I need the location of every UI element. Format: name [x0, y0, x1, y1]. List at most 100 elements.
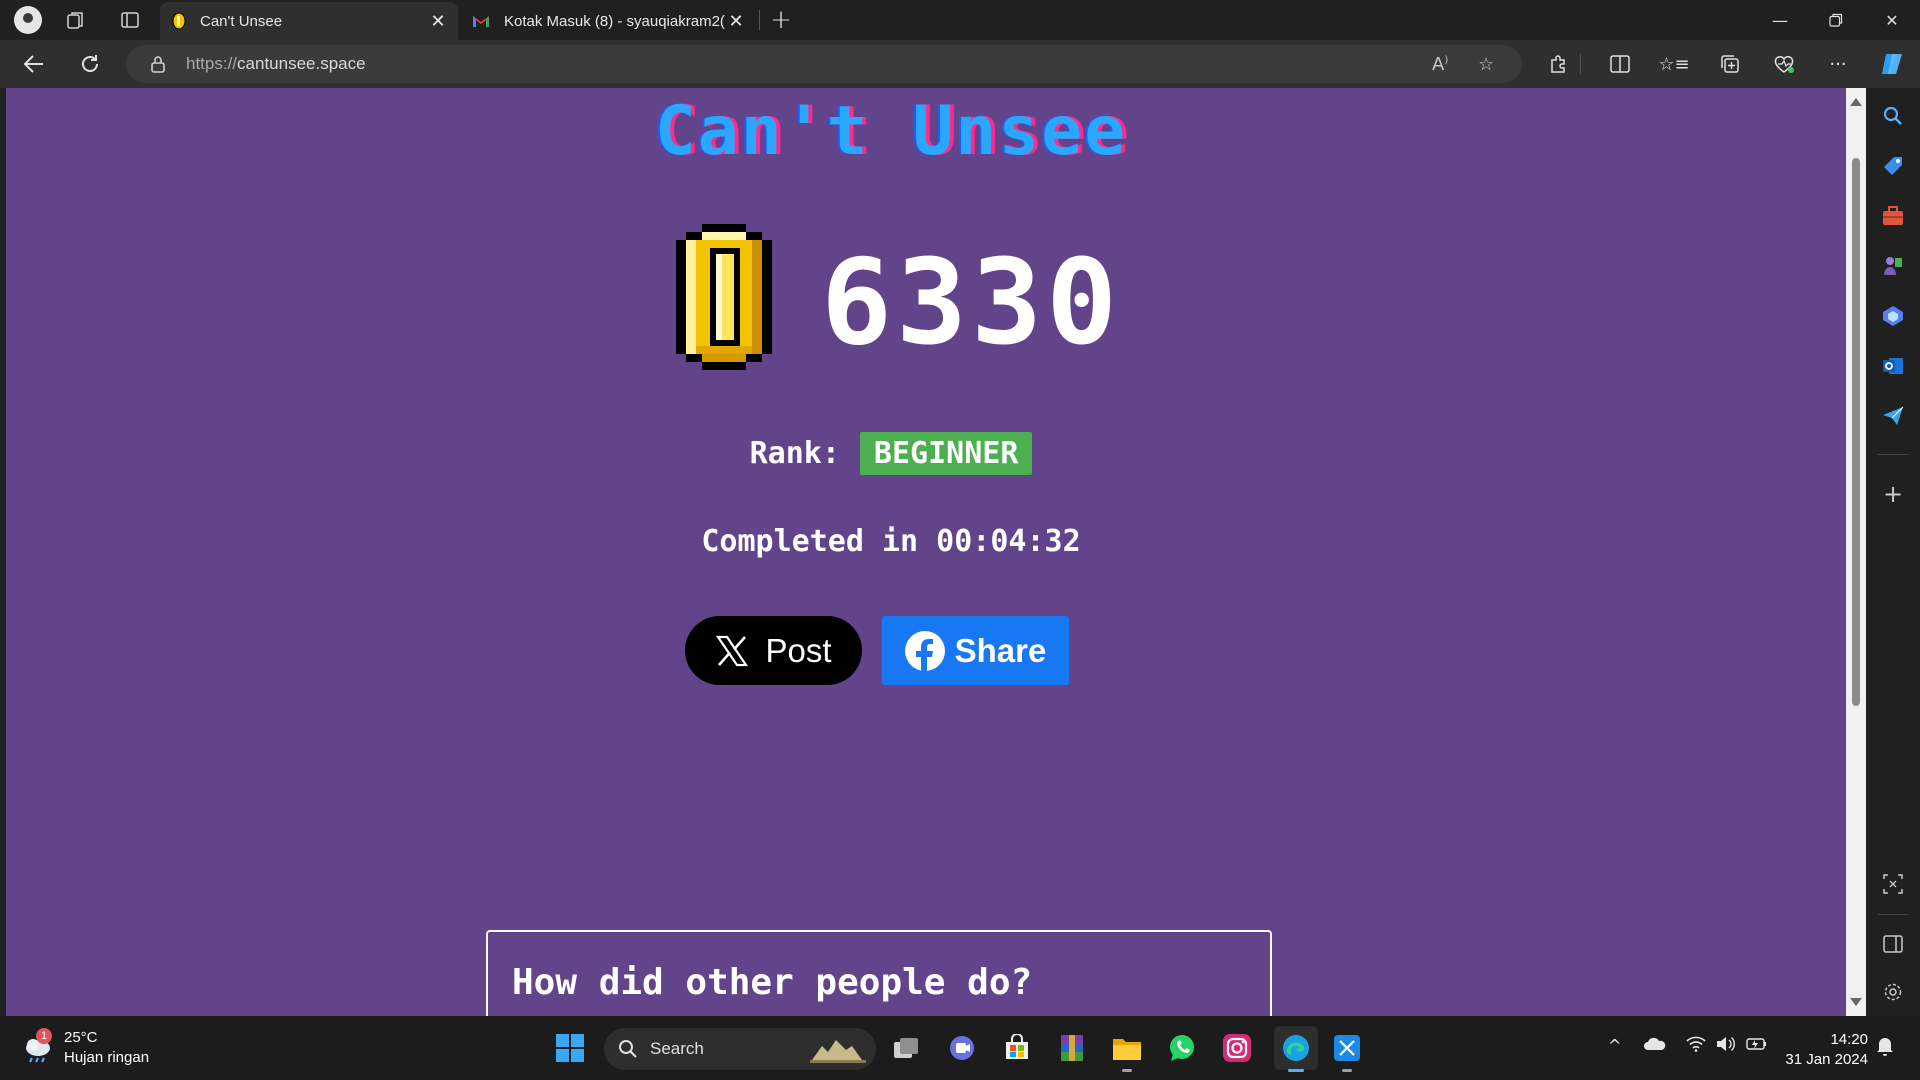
rank-row: Rank: BEGINNER — [6, 432, 1776, 475]
battery-icon[interactable] — [1746, 1036, 1768, 1056]
site-title: Can't Unsee — [654, 92, 1128, 171]
scrollbar-thumb[interactable] — [1852, 158, 1860, 706]
send-telegram-icon[interactable] — [1879, 402, 1907, 430]
games-icon[interactable] — [1879, 252, 1907, 280]
score-value: 6330 — [821, 233, 1122, 371]
instagram-icon[interactable] — [1219, 1030, 1255, 1066]
show-hidden-icons-chevron-icon[interactable]: ^ — [1608, 1036, 1621, 1055]
hide-sidebar-icon[interactable] — [1879, 930, 1907, 958]
restore-button[interactable] — [1808, 0, 1864, 40]
page-scrollbar[interactable] — [1846, 88, 1866, 1016]
page-viewport: Can't Unsee 6330 Rank: BEGINNER Complete… — [6, 88, 1846, 1016]
sidebar-separator — [1878, 454, 1908, 455]
onedrive-cloud-icon[interactable] — [1644, 1036, 1666, 1055]
snipping-tool-icon[interactable] — [1329, 1030, 1365, 1072]
workspaces-icon[interactable] — [60, 4, 92, 36]
post-button-label: Post — [765, 631, 832, 669]
more-menu-icon[interactable]: ··· — [1822, 48, 1854, 80]
rank-badge: BEGINNER — [859, 432, 1033, 475]
windows-taskbar: 1 25°C Hujan ringan Search ^ 14:20 31 Ja… — [0, 1016, 1920, 1080]
temperature: 25°C — [64, 1029, 98, 1046]
browser-essentials-icon[interactable] — [1768, 48, 1800, 80]
tools-briefcase-icon[interactable] — [1879, 202, 1907, 230]
system-clock[interactable]: 14:20 31 Jan 2024 — [1780, 1030, 1868, 1070]
search-highlight-icon — [810, 1040, 866, 1063]
gmail-icon — [473, 16, 489, 27]
notification-bell-icon[interactable] — [1876, 1036, 1894, 1060]
microsoft-store-icon[interactable] — [999, 1030, 1035, 1066]
share-facebook-button[interactable]: Share — [882, 616, 1069, 685]
copilot-icon[interactable] — [1876, 48, 1908, 80]
copilot-sidebar-icon[interactable] — [1879, 302, 1907, 330]
tab-title: Kotak Masuk (8) - syauqiakram2( — [504, 12, 725, 30]
lock-icon[interactable] — [150, 55, 166, 73]
volume-icon[interactable] — [1716, 1036, 1736, 1056]
weather-rain-icon: 1 — [22, 1028, 54, 1064]
screenshot-icon[interactable] — [1879, 870, 1907, 898]
browser-toolbar: https://cantunsee.space A) ☆ ☆≡ ··· — [0, 40, 1920, 88]
settings-gear-icon[interactable] — [1879, 978, 1907, 1006]
search-icon — [619, 1040, 637, 1058]
active-indicator — [1288, 1069, 1304, 1072]
tab-title: Can't Unsee — [200, 12, 283, 30]
running-indicator — [1342, 1069, 1352, 1072]
profile-icon[interactable] — [12, 4, 44, 36]
tab-actions-icon[interactable] — [114, 4, 146, 36]
minimize-button[interactable]: — — [1752, 0, 1808, 40]
windows-start-icon[interactable] — [552, 1030, 588, 1066]
browser-tab-bar: Can't Unsee ✕ Kotak Masuk (8) - syauqiak… — [0, 0, 1920, 40]
close-window-button[interactable]: ✕ — [1864, 0, 1920, 40]
refresh-button[interactable] — [74, 48, 106, 80]
winrar-icon[interactable] — [1054, 1030, 1090, 1066]
coin-icon — [666, 222, 782, 372]
file-explorer-icon[interactable] — [1109, 1030, 1145, 1072]
tab-cant-unsee[interactable]: Can't Unsee ✕ — [160, 2, 458, 40]
x-logo-icon — [716, 635, 749, 666]
url-protocol: https:// — [186, 54, 238, 73]
scroll-down-arrow-icon[interactable] — [1850, 998, 1862, 1006]
weather-badge: 1 — [36, 1028, 52, 1044]
favorite-star-icon[interactable]: ☆ — [1478, 54, 1494, 75]
outlook-icon[interactable] — [1879, 352, 1907, 380]
coin-favicon-icon — [172, 12, 186, 30]
search-placeholder: Search — [650, 1039, 704, 1058]
whatsapp-icon[interactable] — [1164, 1030, 1200, 1066]
shopping-tag-icon[interactable] — [1879, 152, 1907, 180]
clock-date: 31 Jan 2024 — [1785, 1051, 1868, 1068]
edge-browser-icon[interactable] — [1274, 1026, 1318, 1072]
facebook-icon — [904, 630, 945, 671]
address-bar[interactable]: https://cantunsee.space A) ☆ — [126, 45, 1522, 83]
favorites-icon[interactable]: ☆≡ — [1658, 48, 1690, 80]
back-button[interactable] — [18, 48, 50, 80]
task-view-icon[interactable] — [888, 1030, 924, 1066]
share-button-label: Share — [954, 631, 1047, 669]
url-text: https://cantunsee.space — [186, 54, 366, 74]
stats-panel: How did other people do? — [486, 930, 1272, 1016]
close-tab-icon[interactable]: ✕ — [430, 11, 446, 32]
tab-gmail[interactable]: Kotak Masuk (8) - syauqiakram2( ✕ — [460, 2, 756, 40]
extensions-icon[interactable] — [1542, 48, 1574, 80]
search-icon[interactable] — [1879, 102, 1907, 130]
split-screen-icon[interactable] — [1604, 48, 1636, 80]
close-tab-icon[interactable]: ✕ — [728, 11, 744, 32]
completion-time: Completed in 00:04:32 — [701, 524, 1081, 559]
running-indicator — [1122, 1069, 1132, 1072]
scroll-up-arrow-icon[interactable] — [1850, 98, 1862, 106]
add-sidebar-app-icon[interactable]: + — [1879, 480, 1907, 508]
toolbar-separator — [1580, 54, 1581, 74]
rank-label: Rank: — [749, 436, 840, 471]
taskbar-search[interactable]: Search — [604, 1028, 876, 1070]
tab-separator — [759, 10, 760, 30]
wifi-icon[interactable] — [1686, 1036, 1706, 1056]
new-tab-button[interactable]: + — [765, 4, 797, 36]
weather-condition: Hujan ringan — [64, 1049, 150, 1066]
stats-heading: How did other people do? — [512, 962, 1033, 1003]
read-aloud-icon[interactable]: A) — [1432, 54, 1448, 75]
teams-chat-icon[interactable] — [944, 1030, 980, 1066]
clock-time: 14:20 — [1830, 1031, 1868, 1048]
edge-sidebar: + — [1866, 88, 1920, 1016]
url-host: cantunsee.space — [237, 54, 366, 73]
weather-widget[interactable]: 1 25°C Hujan ringan — [22, 1028, 149, 1068]
post-to-x-button[interactable]: Post — [685, 616, 862, 685]
collections-icon[interactable] — [1714, 48, 1746, 80]
